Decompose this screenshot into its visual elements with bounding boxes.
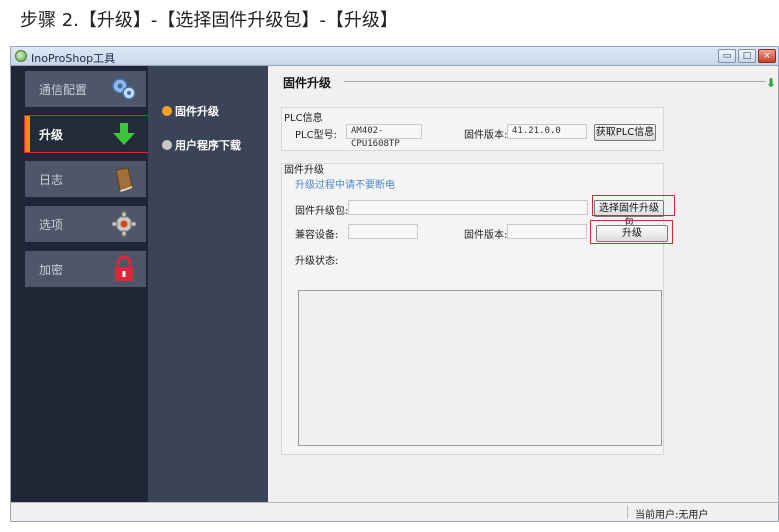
- nav-item-label: 加密: [39, 263, 64, 277]
- subnav-item-user-program-download[interactable]: 用户程序下载: [162, 137, 241, 153]
- section-divider: [344, 81, 766, 82]
- nav-item-label: 日志: [39, 173, 64, 187]
- subnav-item-firmware-upgrade[interactable]: 固件升级: [162, 103, 219, 119]
- plc-model-field: AM402-CPU1608TP: [346, 124, 422, 149]
- plc-firmware-label: 固件版本:: [464, 130, 508, 141]
- title-bar: InoProShop工具 ▭ □ ×: [11, 47, 778, 66]
- package-label: 固件升级包:: [295, 206, 349, 217]
- maximize-button[interactable]: □: [738, 49, 756, 63]
- get-plc-info-button[interactable]: 获取PLC信息: [594, 124, 656, 141]
- upgrade-warning-hint: 升级过程中请不要断电: [295, 180, 395, 191]
- status-bar: 当前用户:无用户: [11, 502, 778, 521]
- app-window: InoProShop工具 ▭ □ × 通信配置 升级 日志 选项 加密 固件升级…: [10, 46, 779, 522]
- status-separator: [627, 505, 628, 519]
- main-content: 固件升级 ⬇ PLC信息 PLC型号: AM402-CPU1608TP 固件版本…: [268, 66, 778, 502]
- close-button[interactable]: ×: [758, 49, 776, 63]
- nav-item-options[interactable]: 选项: [25, 206, 146, 242]
- plc-info-group: PLC信息 PLC型号: AM402-CPU1608TP 固件版本: 41.21…: [281, 107, 664, 151]
- minimize-button[interactable]: ▭: [718, 49, 736, 63]
- package-firmware-field: [507, 224, 587, 239]
- firmware-upgrade-title: 固件升级: [284, 165, 324, 176]
- sub-nav: 固件升级 用户程序下载: [148, 66, 268, 502]
- radio-unselected-icon: [162, 140, 172, 150]
- compatible-device-field: [348, 224, 418, 239]
- subnav-item-label: 固件升级: [175, 105, 219, 118]
- nav-item-label: 通信配置: [39, 83, 88, 97]
- plc-firmware-field: 41.21.0.0: [507, 124, 587, 139]
- nav-item-comm-config[interactable]: 通信配置: [25, 71, 146, 107]
- subnav-item-label: 用户程序下载: [175, 139, 241, 152]
- radio-selected-icon: [162, 106, 172, 116]
- upgrade-status-label: 升级状态:: [295, 256, 339, 267]
- nav-item-log[interactable]: 日志: [25, 161, 146, 197]
- network-gears-icon: [110, 75, 138, 103]
- package-firmware-label: 固件版本:: [464, 230, 508, 241]
- plc-model-label: PLC型号:: [295, 130, 337, 141]
- package-path-field[interactable]: [348, 200, 588, 215]
- app-logo-icon: [15, 50, 27, 62]
- highlight-select-package: [592, 195, 675, 216]
- gear-icon: [110, 210, 138, 238]
- upgrade-log-box[interactable]: [298, 290, 662, 446]
- current-user-status: 当前用户:无用户: [635, 510, 709, 521]
- nav-item-label: 选项: [39, 218, 64, 232]
- highlight-upgrade-nav: [24, 115, 149, 153]
- window-title: InoProShop工具: [31, 52, 116, 65]
- highlight-upgrade-button: [590, 220, 673, 244]
- lock-icon: [110, 255, 138, 283]
- step-caption: 步骤 2.【升级】-【选择固件升级包】-【升级】: [20, 10, 398, 31]
- section-title: 固件升级: [283, 76, 332, 90]
- plc-info-title: PLC信息: [284, 113, 323, 124]
- green-arrow-icon: ⬇: [765, 76, 776, 90]
- book-icon: [110, 165, 138, 193]
- nav-item-encrypt[interactable]: 加密: [25, 251, 146, 287]
- compatible-device-label: 兼容设备:: [295, 230, 339, 241]
- main-nav: 通信配置 升级 日志 选项 加密: [11, 66, 149, 502]
